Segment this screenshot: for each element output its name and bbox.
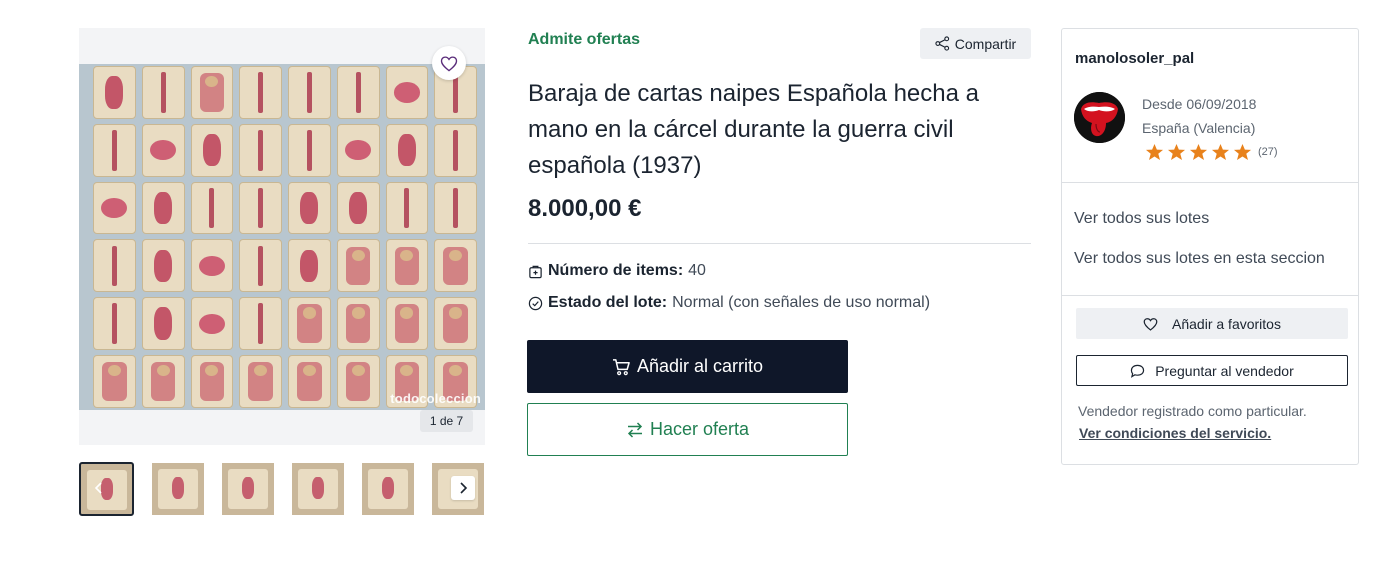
thumbnail-4[interactable] [292,463,344,515]
heart-icon [440,55,458,71]
listing-price: 8.000,00 € [528,195,642,222]
add-to-favorites-button[interactable]: Añadir a favoritos [1076,308,1348,339]
tongue-logo-icon [1074,92,1125,143]
share-label: Compartir [954,35,1017,52]
star-icon [1211,143,1230,161]
heart-icon [1143,317,1158,331]
accepts-offers-tag: Admite ofertas [528,31,641,48]
all-seller-lots-link[interactable]: Ver todos sus lotes [1074,210,1209,228]
swap-arrows-icon [627,421,643,438]
add-to-favorites-label: Añadir a favoritos [1172,315,1281,332]
photo-counter: 1 de 7 [420,410,473,432]
playing-cards-image [93,66,477,408]
seller-location: España (Valencia) [1142,120,1256,136]
make-offer-button[interactable]: Hacer oferta [527,403,848,456]
attribute-label: Número de items: [548,262,684,279]
star-icon [1233,143,1252,161]
thumbnail-5[interactable] [362,463,414,515]
star-icon [1167,143,1186,161]
main-product-photo[interactable]: todocoleccion [79,64,485,410]
ask-seller-label: Preguntar al vendedor [1155,362,1294,379]
cart-icon [612,358,630,375]
photo-watermark: todocoleccion [390,391,481,406]
listing-title: Baraja de cartas naipes Española hecha a… [528,80,979,179]
thumbnail-next-button[interactable] [451,476,475,500]
product-gallery: todocoleccion 1 de 7 [79,28,485,445]
attribute-item-count: Número de items: 40 [528,262,706,280]
seller-member-since: Desde 06/09/2018 [1142,96,1257,112]
star-icon [1189,143,1208,161]
seller-avatar[interactable] [1074,92,1125,143]
seller-card: manolosoler_pal Desde 06/09/2018 España … [1061,28,1359,465]
share-button[interactable]: Compartir [920,28,1031,59]
thumbnail-prev-button[interactable] [89,478,109,498]
add-to-cart-button[interactable]: Añadir al carrito [527,340,848,393]
check-circle-icon [528,296,543,310]
attribute-value: Normal (con señales de uso normal) [672,294,931,311]
star-icon [1145,143,1164,161]
chevron-left-icon [94,482,102,494]
favorite-toggle-button[interactable] [432,46,466,80]
ask-seller-button[interactable]: Preguntar al vendedor [1076,355,1348,386]
seller-type-note: Vendedor registrado como particular. [1078,403,1307,419]
seller-divider [1062,182,1358,183]
share-icon [935,36,949,51]
attribute-condition: Estado del lote: Normal (con señales de … [528,294,930,312]
chevron-right-icon [460,482,468,494]
package-icon [529,265,542,278]
seller-lots-in-section-link[interactable]: Ver todos sus lotes en esta seccion [1074,250,1325,268]
seller-rating[interactable]: (27) [1145,143,1278,161]
attribute-label: Estado del lote: [548,294,668,311]
seller-divider [1062,295,1358,296]
add-to-cart-label: Añadir al carrito [636,356,764,376]
speech-bubble-icon [1131,364,1145,378]
details-divider [528,243,1031,244]
terms-of-service-link[interactable]: Ver condiciones del servicio. [1079,425,1271,441]
make-offer-label: Hacer oferta [649,419,750,439]
rating-count: (27) [1258,146,1278,158]
thumbnail-strip [79,462,485,516]
thumbnail-2[interactable] [152,463,204,515]
seller-name[interactable]: manolosoler_pal [1075,50,1194,67]
thumbnail-3[interactable] [222,463,274,515]
attribute-value: 40 [688,262,706,279]
